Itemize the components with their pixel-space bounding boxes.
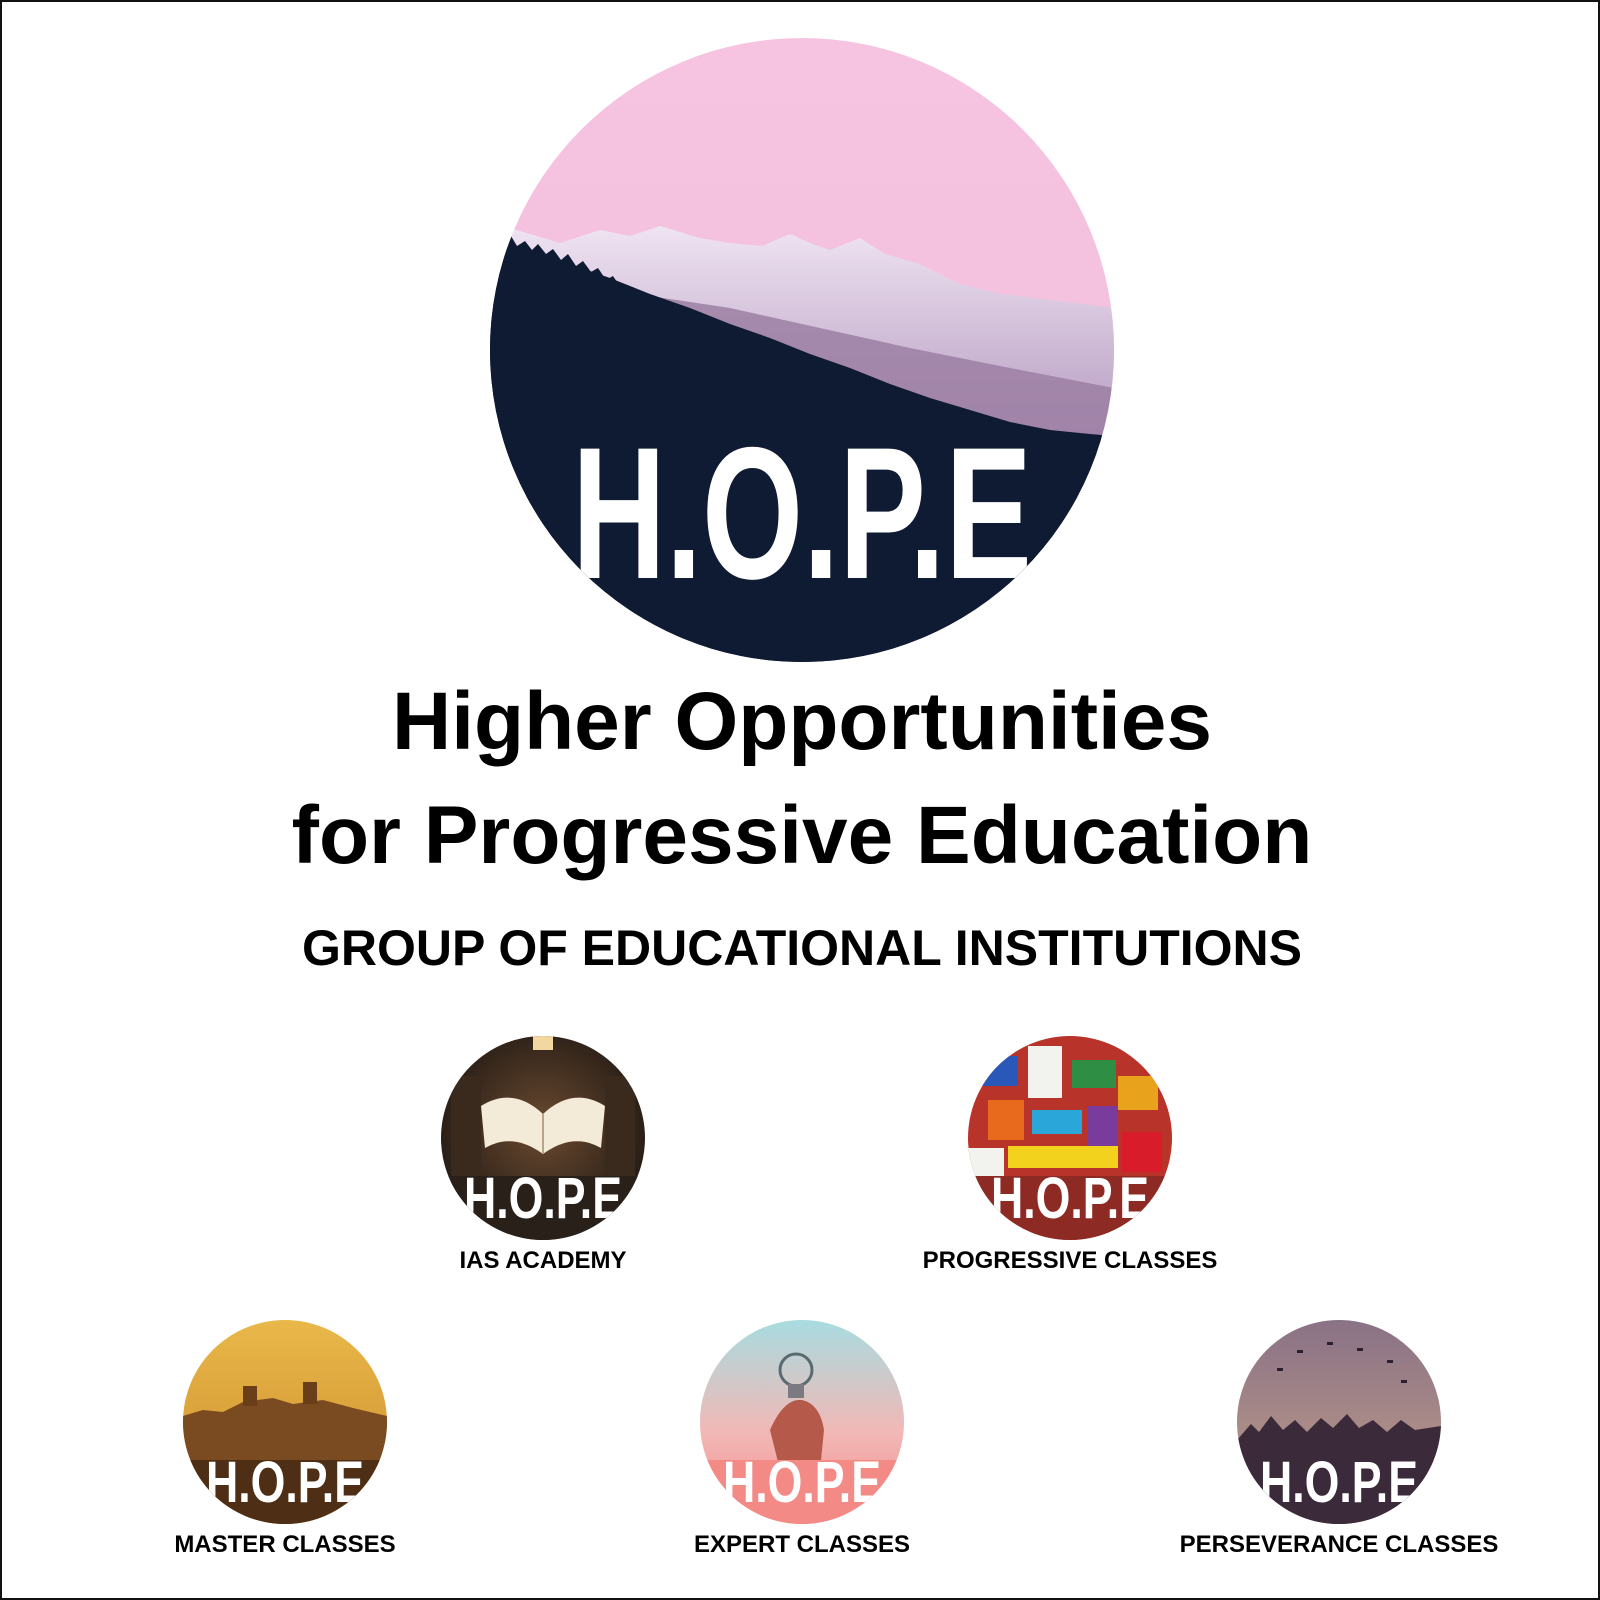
expert-classes-logo: H.O.P.E	[700, 1320, 904, 1524]
progressive-classes-wordmark: H.O.P.E	[991, 1166, 1149, 1231]
perseverance-classes-label: PERSEVERANCE CLASSES	[1179, 1531, 1499, 1558]
main-wordmark: H.O.P.E	[572, 408, 1032, 618]
headline-line-2: for Progressive Education	[291, 790, 1313, 881]
master-classes-wordmark: H.O.P.E	[206, 1450, 364, 1515]
perseverance-classes-logo: H.O.P.E	[1237, 1320, 1441, 1524]
master-classes-label: MASTER CLASSES	[174, 1531, 396, 1558]
headline-line-1: Higher Opportunities	[392, 676, 1212, 767]
institution-perseverance-classes: H.O.P.E PERSEVERANCE CLASSES	[1149, 1320, 1529, 1560]
perseverance-classes-wordmark: H.O.P.E	[1260, 1450, 1418, 1515]
ias-academy-label: IAS ACADEMY	[459, 1247, 627, 1274]
institution-progressive-classes: H.O.P.E PROGRESSIVE CLASSES	[880, 1036, 1260, 1276]
institution-expert-classes: H.O.P.E EXPERT CLASSES	[612, 1320, 992, 1560]
page-frame: H.O.P.E Higher Opportunities for Progres…	[0, 0, 1600, 1600]
master-classes-logo: H.O.P.E	[183, 1320, 387, 1524]
institution-master-classes: H.O.P.E MASTER CLASSES	[95, 1320, 475, 1560]
progressive-classes-label: PROGRESSIVE CLASSES	[922, 1247, 1218, 1274]
ias-academy-logo: H.O.P.E	[441, 1036, 645, 1240]
expert-classes-wordmark: H.O.P.E	[723, 1450, 881, 1515]
progressive-classes-logo: H.O.P.E	[968, 1036, 1172, 1240]
ias-academy-wordmark: H.O.P.E	[464, 1166, 622, 1231]
institution-ias-academy: H.O.P.E IAS ACADEMY	[353, 1036, 733, 1276]
expert-classes-label: EXPERT CLASSES	[693, 1531, 911, 1558]
main-hope-logo: H.O.P.E	[490, 38, 1114, 662]
tagline: GROUP OF EDUCATIONAL INSTITUTIONS	[301, 920, 1303, 976]
